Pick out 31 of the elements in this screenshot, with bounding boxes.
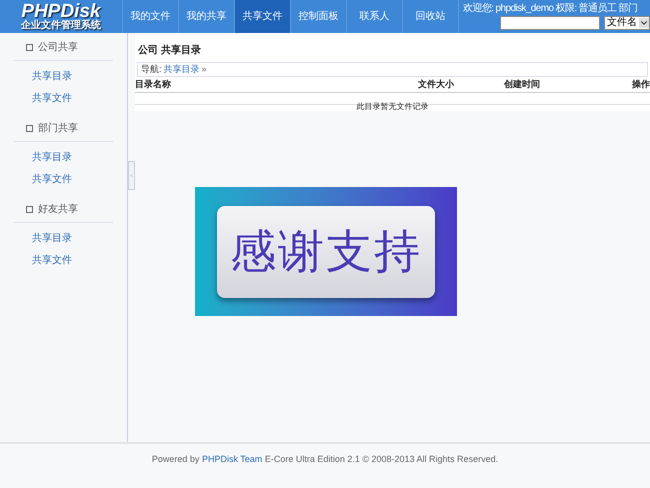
sidebar-link[interactable]: 共享文件 [0, 169, 127, 191]
sidebar-link[interactable]: 共享目录 [0, 147, 127, 169]
sidebar-link[interactable]: 共享文件 [0, 250, 127, 272]
sidebar-link[interactable]: 共享目录 [0, 228, 127, 250]
banner-text: 感谢支持 [217, 206, 435, 298]
section-title: 公司共享 [38, 40, 78, 54]
breadcrumb-label: 导航: [141, 62, 162, 76]
user-info: 欢迎您: phpdisk_demo 权限: 普通员工 部门 [463, 2, 638, 16]
square-icon [26, 206, 33, 212]
caret-icon [639, 18, 649, 28]
breadcrumb-separator: » [202, 62, 207, 76]
section-title: 部门共享 [38, 122, 78, 136]
sidebar-link[interactable]: 共享文件 [0, 88, 127, 110]
breadcrumb-link[interactable]: 共享目录 [164, 62, 200, 76]
nav-tab[interactable]: 共享文件 [234, 0, 290, 33]
logo[interactable]: PHPDisk 企业文件管理系统 [0, 0, 122, 33]
column-header: 文件大小 [418, 78, 455, 91]
footer-text: Powered by PHPDisk Team E-Core Ultra Edition 2.1 © 2008-2013 All Rights Reserved. [152, 453, 498, 466]
page-title: 公司 共享目录 [136, 43, 202, 58]
square-icon [26, 44, 33, 50]
search-field[interactable] [500, 16, 600, 30]
column-header: 目录名称 [135, 78, 172, 91]
collapse-handle[interactable] [128, 161, 135, 190]
column-header: 创建时间 [504, 78, 541, 91]
column-header: 操作 [631, 78, 650, 91]
section-title: 好友共享 [38, 202, 78, 216]
sidebar-link[interactable]: 共享目录 [0, 66, 127, 88]
search-type-select[interactable]: 文件名 [604, 16, 650, 30]
empty-message: 此目录暂无文件记录 [356, 102, 428, 111]
square-icon [26, 124, 33, 132]
footer-link[interactable]: PHPDisk Team [202, 454, 262, 464]
